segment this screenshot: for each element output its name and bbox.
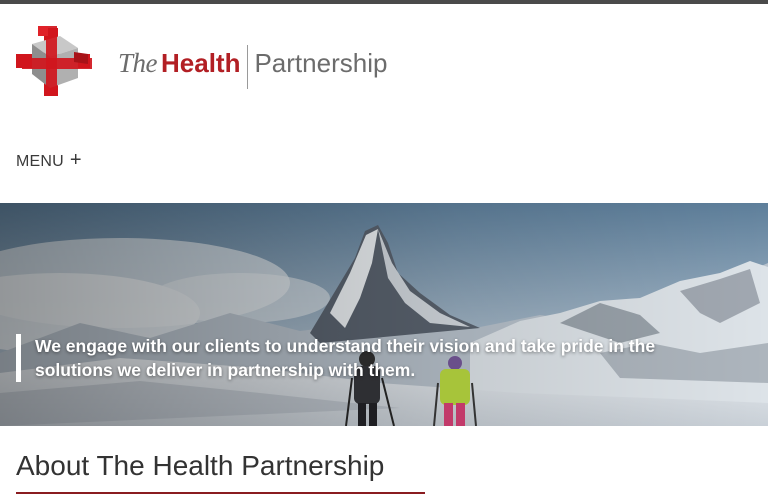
logo-wordmark: The Health Partnership bbox=[118, 45, 388, 89]
hero-banner: We engage with our clients to understand… bbox=[0, 203, 768, 426]
logo-word-the: The bbox=[118, 48, 158, 78]
logo-word-health: Health bbox=[161, 48, 241, 78]
site-logo-link[interactable]: The Health Partnership bbox=[14, 24, 404, 98]
top-bar bbox=[0, 0, 768, 4]
about-heading: About The Health Partnership bbox=[16, 450, 385, 481]
logo-cross-cube-icon bbox=[16, 26, 92, 96]
plus-icon: + bbox=[69, 148, 82, 171]
about-heading-underline bbox=[16, 492, 425, 494]
mountain-skiers-image bbox=[0, 203, 768, 426]
logo-divider bbox=[247, 45, 249, 89]
menu-toggle-button[interactable]: MENU + bbox=[16, 148, 82, 173]
hero-quote: We engage with our clients to understand… bbox=[16, 334, 736, 382]
menu-label: MENU bbox=[16, 153, 64, 170]
logo-word-partnership: Partnership bbox=[254, 48, 388, 78]
hero-quote-text: We engage with our clients to understand… bbox=[35, 336, 656, 380]
